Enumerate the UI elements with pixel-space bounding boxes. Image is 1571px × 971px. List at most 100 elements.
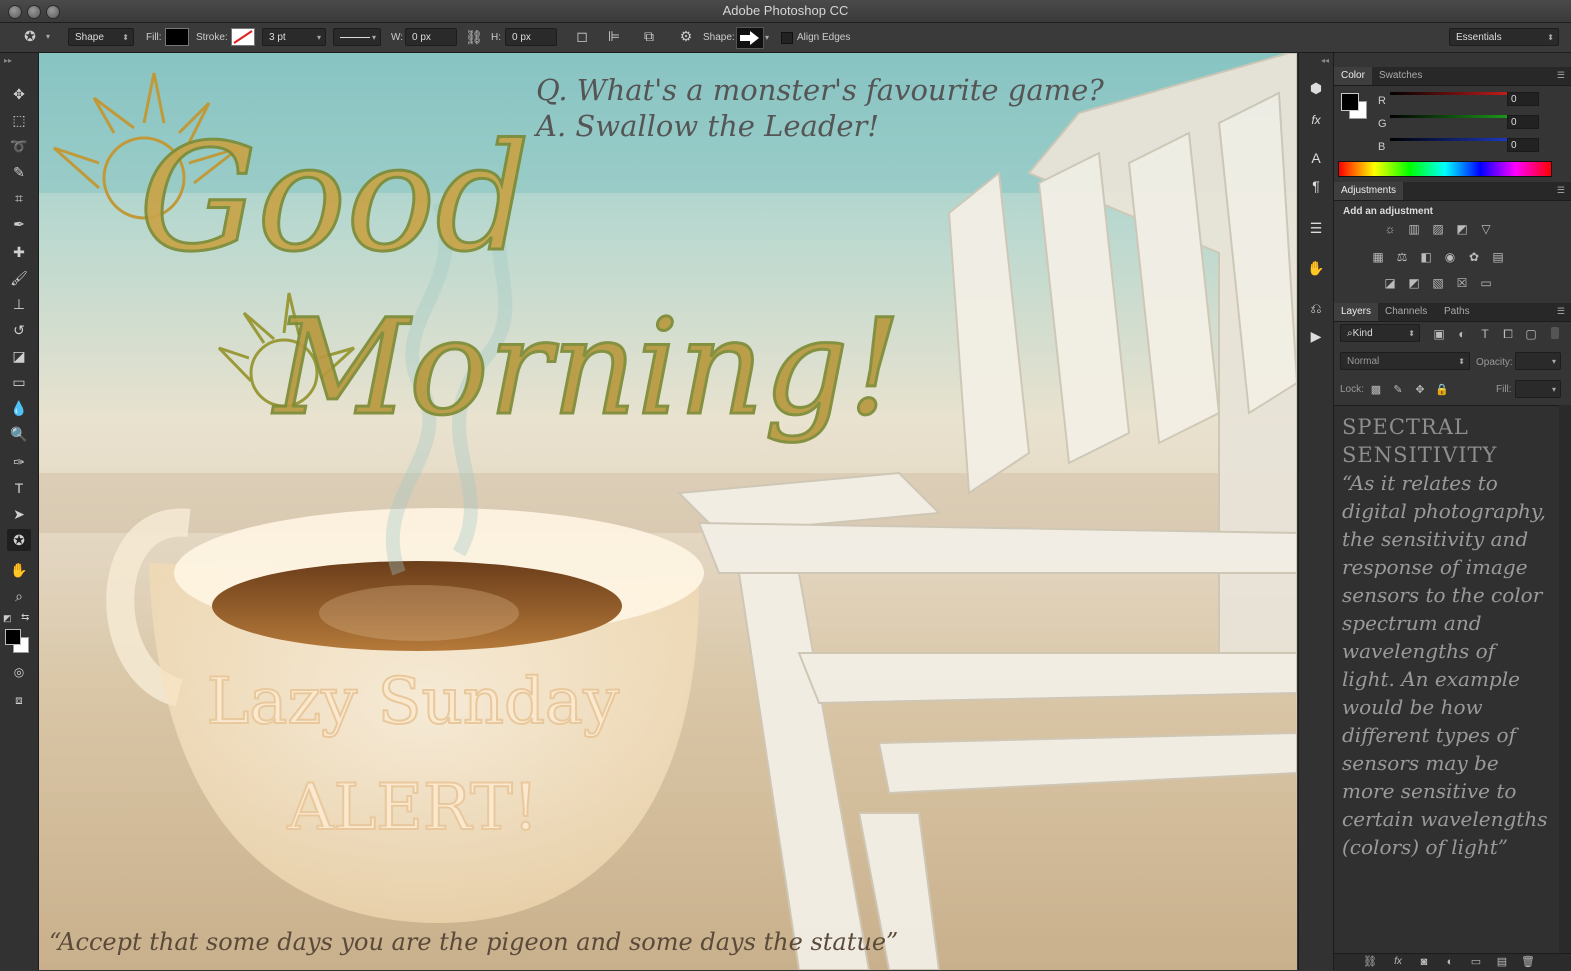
marquee-tool-icon[interactable]: ⬚	[7, 109, 31, 131]
blue-slider[interactable]	[1390, 138, 1526, 141]
history-brush-tool-icon[interactable]: ↺	[7, 319, 31, 341]
fill-input[interactable]: ▾	[1515, 380, 1561, 398]
blur-tool-icon[interactable]: 💧	[7, 397, 31, 419]
styles-panel-icon[interactable]: fx	[1304, 109, 1328, 131]
character-panel-icon[interactable]: A	[1304, 147, 1328, 169]
screen-mode-icon[interactable]: ⧈	[7, 689, 31, 711]
shape-layer-filter-icon[interactable]: ⧠	[1500, 326, 1516, 342]
move-tool-icon[interactable]: ✥	[7, 83, 31, 105]
chevron-down-icon[interactable]: ▾	[765, 33, 769, 42]
new-group-icon[interactable]: ▭	[1468, 954, 1484, 970]
width-input[interactable]: 0 px	[405, 28, 457, 46]
stroke-type-select[interactable]: ▾	[333, 28, 381, 46]
tool-presets-panel-icon[interactable]: ✋	[1304, 257, 1328, 279]
link-icon[interactable]: ⛓	[465, 29, 483, 46]
color-balance-adjustment-icon[interactable]: ⚖	[1394, 249, 1410, 265]
swap-colors-icon[interactable]: ⇆	[21, 612, 29, 623]
headline-morning[interactable]: Morning!	[273, 297, 904, 440]
invert-adjustment-icon[interactable]: ◪	[1382, 275, 1398, 291]
eyedropper-tool-icon[interactable]: ✒	[7, 213, 31, 235]
tab-layers[interactable]: Layers	[1334, 303, 1379, 321]
tab-paths[interactable]: Paths	[1437, 303, 1477, 321]
smart-object-filter-icon[interactable]: ▢	[1523, 326, 1539, 342]
lock-all-icon[interactable]: 🔒	[1434, 382, 1450, 398]
brightness-adjustment-icon[interactable]: ☼	[1382, 221, 1398, 237]
gear-icon[interactable]: ⚙	[676, 28, 696, 45]
tab-color[interactable]: Color	[1334, 67, 1372, 85]
vibrance-adjustment-icon[interactable]: ▽	[1478, 221, 1494, 237]
joke-answer[interactable]: A. Swallow the Leader!	[536, 109, 879, 143]
new-layer-icon[interactable]: ▤	[1494, 954, 1510, 970]
tab-adjustments[interactable]: Adjustments	[1334, 182, 1404, 200]
filter-toggle[interactable]	[1551, 327, 1559, 339]
type-tool-icon[interactable]: T	[7, 477, 31, 499]
custom-shape-tool-icon[interactable]: ✪	[7, 529, 31, 551]
hand-tool-icon[interactable]: ✋	[7, 559, 31, 581]
layer-style-icon[interactable]: fx	[1390, 954, 1406, 970]
workspace-select[interactable]: Essentials ⬍	[1449, 28, 1559, 46]
stroke-swatch[interactable]	[231, 28, 255, 46]
quote-text[interactable]: “Accept that some days you are the pigeo…	[49, 928, 898, 956]
align-edges-checkbox[interactable]	[781, 32, 793, 44]
adjustment-layer-filter-icon[interactable]: ◐	[1454, 326, 1470, 342]
zoom-tool-icon[interactable]: ⌕	[7, 585, 31, 607]
selective-color-adjustment-icon[interactable]: ☒	[1454, 275, 1470, 291]
posterize-adjustment-icon[interactable]: ◩	[1406, 275, 1422, 291]
cup-text-line-1[interactable]: Lazy Sunday	[139, 664, 687, 740]
green-slider[interactable]	[1390, 115, 1526, 118]
paragraph-panel-icon[interactable]: ¶	[1304, 175, 1328, 197]
tool-mode-select[interactable]: Shape ⬍	[68, 28, 134, 46]
path-arrangement-icon[interactable]: ⧉	[638, 28, 660, 45]
black-white-adjustment-icon[interactable]: ◧	[1418, 249, 1434, 265]
expand-panels-icon[interactable]: ◂◂	[1321, 56, 1329, 65]
blend-mode-select[interactable]: Normal ⬍	[1340, 352, 1470, 370]
cup-text-line-2[interactable]: ALERT!	[139, 770, 687, 846]
path-alignment-icon[interactable]: ⊫	[605, 28, 623, 45]
dodge-tool-icon[interactable]: 🔍	[7, 423, 31, 445]
red-slider[interactable]	[1390, 92, 1526, 95]
stroke-width-input[interactable]: 3 pt ▾	[262, 28, 326, 46]
quick-mask-icon[interactable]: ◎	[7, 661, 31, 683]
history-panel-icon[interactable]: ⎌	[1304, 297, 1328, 319]
gradient-tool-icon[interactable]: ▭	[7, 371, 31, 393]
panel-menu-icon[interactable]: ☰	[1557, 306, 1565, 317]
lasso-tool-icon[interactable]: ➰	[7, 135, 31, 157]
3d-panel-icon[interactable]: ⬢	[1304, 77, 1328, 99]
layer-filter-select[interactable]: ⌕Kind ⬍	[1340, 324, 1420, 342]
pixel-layer-filter-icon[interactable]: ▣	[1431, 326, 1447, 342]
properties-panel-icon[interactable]: ☰	[1304, 217, 1328, 239]
hue-saturation-adjustment-icon[interactable]: ▦	[1370, 249, 1386, 265]
new-adjustment-layer-icon[interactable]: ◐	[1442, 954, 1458, 970]
opacity-input[interactable]: ▾	[1515, 352, 1561, 370]
add-mask-icon[interactable]: ◙	[1416, 954, 1432, 970]
link-layers-icon[interactable]: ⛓	[1362, 954, 1378, 970]
eraser-tool-icon[interactable]: ◪	[7, 345, 31, 367]
path-selection-tool-icon[interactable]: ➤	[7, 503, 31, 525]
channel-mixer-adjustment-icon[interactable]: ✿	[1466, 249, 1482, 265]
height-input[interactable]: 0 px	[505, 28, 557, 46]
healing-brush-tool-icon[interactable]: ✚	[7, 241, 31, 263]
collapse-panel-icon[interactable]: ▸▸	[4, 56, 12, 65]
color-fg-swatch[interactable]	[1341, 93, 1359, 111]
path-operations-icon[interactable]: ◻	[573, 28, 591, 45]
quick-selection-tool-icon[interactable]: ✎	[7, 161, 31, 183]
green-value-input[interactable]: 0	[1507, 115, 1539, 129]
curves-adjustment-icon[interactable]: ▨	[1430, 221, 1446, 237]
lock-position-icon[interactable]: ✥	[1412, 382, 1428, 398]
blue-value-input[interactable]: 0	[1507, 138, 1539, 152]
gradient-map-adjustment-icon[interactable]: ▭	[1478, 275, 1494, 291]
brush-tool-icon[interactable]: 🖌	[7, 267, 31, 289]
actions-panel-icon[interactable]: ▶	[1304, 325, 1328, 347]
document-canvas[interactable]: Good Morning! Q. What's a monster's favo…	[39, 53, 1297, 970]
lock-image-pixels-icon[interactable]: ✎	[1390, 382, 1406, 398]
chevron-down-icon[interactable]: ▾	[46, 32, 50, 41]
clone-stamp-tool-icon[interactable]: ⊥	[7, 293, 31, 315]
headline-good[interactable]: Good	[137, 122, 531, 275]
pen-tool-icon[interactable]: ✑	[7, 451, 31, 473]
photo-filter-adjustment-icon[interactable]: ◉	[1442, 249, 1458, 265]
default-colors-icon[interactable]: ◩	[3, 613, 12, 624]
color-lookup-adjustment-icon[interactable]: ▤	[1490, 249, 1506, 265]
layers-scrollbar[interactable]	[1559, 405, 1571, 953]
shape-picker[interactable]	[736, 27, 764, 49]
tab-swatches[interactable]: Swatches	[1372, 67, 1429, 85]
